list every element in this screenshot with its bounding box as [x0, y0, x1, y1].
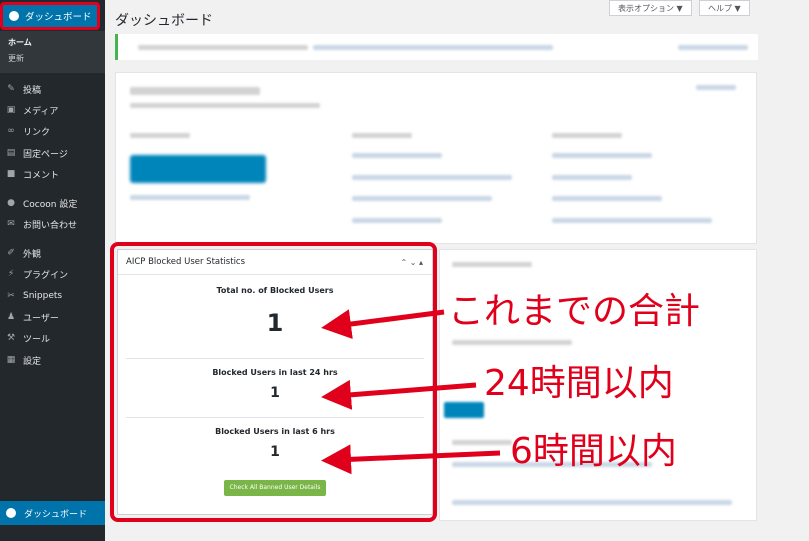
arrow-6hrs	[321, 444, 501, 475]
annotation-24hrs: 24時間以内	[484, 363, 674, 404]
annotation-arrows	[321, 309, 501, 475]
annotation-6hrs: 6時間以内	[510, 431, 677, 472]
arrow-24hrs	[321, 379, 477, 410]
annotation-total: これまでの合計	[448, 291, 701, 332]
arrow-total	[321, 309, 445, 339]
